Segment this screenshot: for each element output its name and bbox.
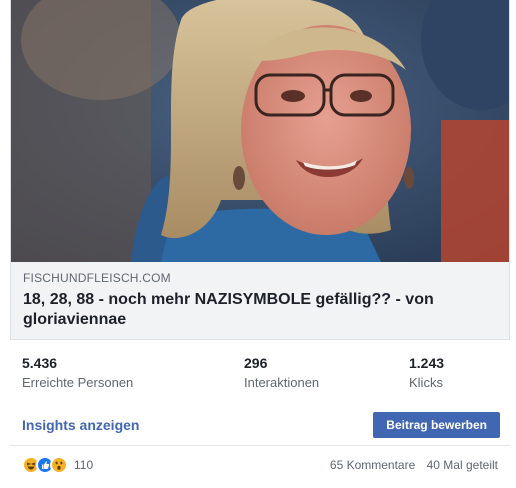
reactions-row: 110 65 Kommentare 40 Mal geteilt <box>10 452 510 478</box>
stat-clicks-value: 1.243 <box>409 355 445 371</box>
stat-engagement-value: 296 <box>244 355 268 371</box>
stat-clicks-label: Klicks <box>409 375 443 390</box>
link-meta[interactable]: FISCHUNDFLEISCH.COM 18, 28, 88 - noch me… <box>11 262 509 340</box>
stat-engagement-label: Interaktionen <box>244 375 320 390</box>
link-domain: FISCHUNDFLEISCH.COM <box>23 271 171 285</box>
reaction-count[interactable]: 110 <box>74 457 93 473</box>
preview-image[interactable] <box>11 0 509 262</box>
post-stats: 5.436 Erreichte Personen 296 Interaktion… <box>10 354 510 402</box>
link-preview[interactable]: FISCHUNDFLEISCH.COM 18, 28, 88 - noch me… <box>10 0 510 340</box>
stat-reach-label: Erreichte Personen <box>22 375 134 390</box>
reaction-icons[interactable] <box>22 456 74 474</box>
stat-clicks: 1.243 Klicks <box>409 354 444 392</box>
comments-shares: 65 Kommentare 40 Mal geteilt <box>330 457 498 473</box>
view-insights-link[interactable]: Insights anzeigen <box>22 416 139 434</box>
shares-count[interactable]: 40 Mal geteilt <box>427 458 498 472</box>
boost-post-button[interactable]: Beitrag bewerben <box>373 412 500 438</box>
stat-reach-value: 5.436 <box>22 355 58 371</box>
photo-of-woman-with-glasses <box>11 0 509 262</box>
post-actions: Insights anzeigen Beitrag bewerben <box>10 410 510 442</box>
stat-reach: 5.436 Erreichte Personen <box>22 354 133 392</box>
comments-count[interactable]: 65 Kommentare <box>330 458 415 472</box>
stat-engagement: 296 Interaktionen <box>244 354 319 392</box>
divider <box>10 445 510 446</box>
post-insights-card: FISCHUNDFLEISCH.COM 18, 28, 88 - noch me… <box>0 0 516 488</box>
wow-icon <box>50 456 68 474</box>
link-title[interactable]: 18, 28, 88 - noch mehr NAZISYMBOLE gefäl… <box>23 290 493 330</box>
